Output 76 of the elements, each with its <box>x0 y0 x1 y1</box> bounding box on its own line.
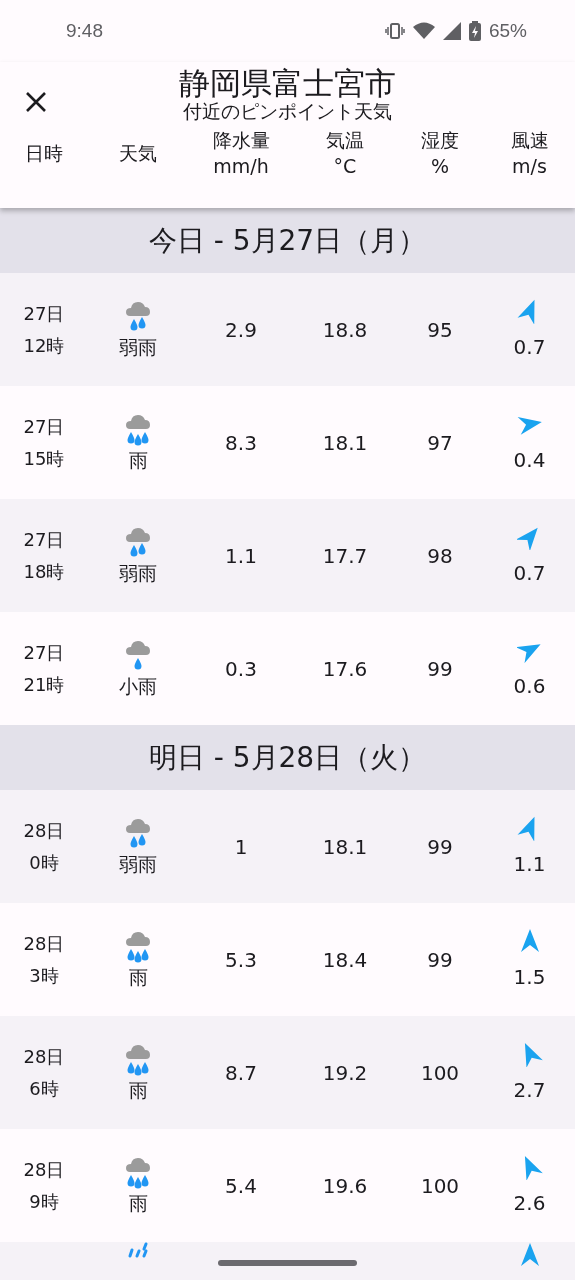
time-text: 3時 <box>29 963 59 988</box>
date-text: 27日 <box>23 641 65 665</box>
weather-text: 雨 <box>128 1191 148 1217</box>
precipitation-value: 5.3 <box>225 946 257 974</box>
temperature-value: 17.7 <box>322 542 368 570</box>
date-text: 28日 <box>23 1158 65 1182</box>
time-text: 18時 <box>23 559 65 584</box>
location-title: 静岡県富士宮市 <box>179 66 396 101</box>
signal-icon <box>442 22 461 40</box>
temperature-value: 18.1 <box>322 833 368 861</box>
wind-speed-value: 0.4 <box>513 446 546 474</box>
wind-speed-value: 0.7 <box>513 333 546 361</box>
time-text: 6時 <box>29 1076 59 1101</box>
precipitation-value: 5.4 <box>225 1172 257 1200</box>
column-header: 日時 <box>25 141 63 167</box>
time-text: 12時 <box>23 333 65 358</box>
humidity-value: 99 <box>427 655 453 683</box>
weather-text: 弱雨 <box>119 852 157 878</box>
time-text: 9時 <box>29 1189 59 1214</box>
wind-speed-value: 2.7 <box>513 1076 546 1104</box>
column-header: 気温 <box>326 127 364 153</box>
column-header: 風速 <box>510 127 549 153</box>
time-text: 15時 <box>23 446 65 471</box>
wind-speed-value: 0.7 <box>513 559 546 587</box>
column-unit: °C <box>333 154 357 180</box>
column-header: 降水量 <box>212 127 270 153</box>
wifi-icon <box>412 22 435 40</box>
battery-icon <box>468 21 481 41</box>
day-heading: 今日 - 5月27日（月） <box>148 222 427 259</box>
date-text: 27日 <box>23 528 65 552</box>
humidity-value: 98 <box>427 542 453 570</box>
column-header: 天気 <box>119 141 157 167</box>
humidity-value: 95 <box>427 316 453 344</box>
date-text: 28日 <box>23 932 65 956</box>
humidity-value: 99 <box>427 833 453 861</box>
day-heading: 明日 - 5月28日（火） <box>148 739 427 776</box>
wind-speed-value: 1.5 <box>513 963 546 991</box>
column-header: 湿度 <box>421 127 459 153</box>
temperature-value: 19.6 <box>322 1172 368 1200</box>
location-subtitle: 付近のピンポイント天気 <box>183 100 392 123</box>
precipitation-value: 0.3 <box>225 655 257 683</box>
temperature-value: 18.4 <box>322 946 368 974</box>
weather-text: 小雨 <box>119 674 157 700</box>
column-unit: m/s <box>512 154 547 180</box>
weather-text: 雨 <box>128 448 148 474</box>
temperature-value: 18.8 <box>322 316 368 344</box>
date-text: 27日 <box>23 302 65 326</box>
precipitation-value: 8.3 <box>225 429 257 457</box>
vibrate-icon <box>384 22 405 40</box>
battery-level: 65% <box>488 18 527 43</box>
status-time: 9:48 <box>66 18 103 43</box>
humidity-value: 99 <box>427 946 453 974</box>
precipitation-value: 1.1 <box>225 542 257 570</box>
weather-text: 雨 <box>128 965 148 991</box>
weather-text: 雨 <box>128 1078 148 1104</box>
wind-speed-value: 2.6 <box>513 1189 546 1217</box>
weather-text: 弱雨 <box>119 335 157 361</box>
weather-text: 弱雨 <box>119 561 157 587</box>
time-text: 21時 <box>23 672 65 697</box>
temperature-value: 17.6 <box>322 655 368 683</box>
date-text: 28日 <box>23 1045 65 1069</box>
column-unit: mm/h <box>213 154 269 180</box>
precipitation-value: 1 <box>234 833 248 861</box>
wind-speed-value: 0.6 <box>513 672 546 700</box>
humidity-value: 100 <box>420 1172 460 1200</box>
precipitation-value: 8.7 <box>225 1059 257 1087</box>
temperature-value: 18.1 <box>322 429 368 457</box>
precipitation-value: 2.9 <box>225 316 257 344</box>
wind-speed-value: 1.1 <box>513 850 546 878</box>
temperature-value: 19.2 <box>322 1059 368 1087</box>
date-text: 27日 <box>23 415 65 439</box>
humidity-value: 97 <box>427 429 453 457</box>
humidity-value: 100 <box>420 1059 460 1087</box>
column-unit: % <box>430 154 450 180</box>
time-text: 0時 <box>29 850 59 875</box>
date-text: 28日 <box>23 819 65 843</box>
